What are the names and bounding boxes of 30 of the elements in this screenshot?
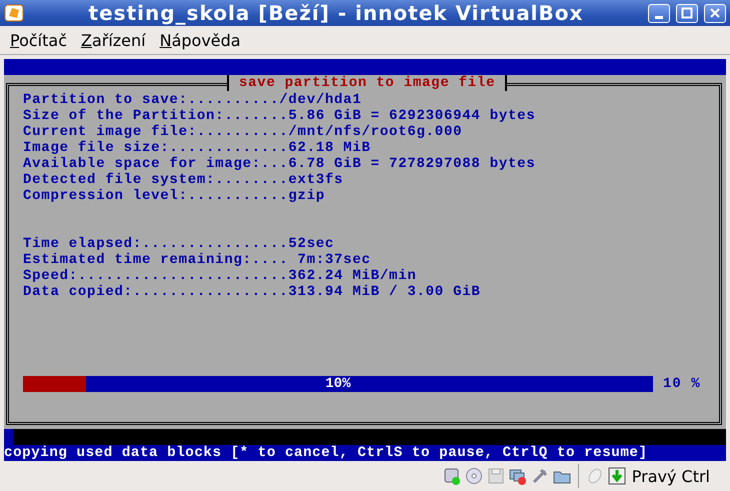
cd-icon[interactable] bbox=[464, 467, 483, 485]
dialog-title: save partition to image file bbox=[227, 74, 508, 91]
window-title: testing_skola [Beží] - innotek VirtualBox bbox=[88, 1, 584, 25]
info-line: Image file size:.............62.18 MiB bbox=[23, 140, 372, 156]
progress-label: 10% bbox=[324, 376, 352, 392]
info-line: Detected file system:........ext3fs bbox=[23, 172, 344, 188]
app-icon bbox=[4, 4, 24, 22]
host-key-label: Pravý Ctrl bbox=[632, 466, 710, 486]
maximize-button[interactable] bbox=[676, 4, 698, 22]
menu-item[interactable]: Nápověda bbox=[160, 30, 241, 50]
info-line: Partition to save:........../dev/hda1 bbox=[23, 92, 363, 108]
keyboard-capture-icon[interactable] bbox=[608, 467, 626, 485]
menu-item[interactable]: Počítač bbox=[10, 30, 67, 50]
progress-line: Data copied:.................313.94 MiB / 3.00 GiB bbox=[23, 284, 482, 300]
text-cursor bbox=[4, 429, 13, 445]
progress-line: Estimated time remaining:.... 7m:37sec bbox=[23, 252, 372, 268]
progress-line: Time elapsed:................52sec bbox=[23, 236, 336, 252]
network-icon[interactable] bbox=[508, 467, 527, 485]
progress-line: Speed:.......................362.24 MiB/min bbox=[23, 268, 418, 284]
info-line: Current image file:........../mnt/nfs/root6g.000 bbox=[23, 124, 464, 140]
close-button[interactable] bbox=[704, 4, 726, 22]
info-line: Compression level:...........gzip bbox=[23, 188, 326, 204]
progress-reading: 10 % bbox=[663, 376, 701, 392]
close-icon bbox=[709, 7, 721, 19]
info-line: Size of the Partition:.......5.86 GiB = 6292306944 bytes bbox=[23, 108, 536, 124]
info-line: Available space for image:...6.78 GiB = 7278297088 bytes bbox=[23, 156, 536, 172]
minimize-button[interactable] bbox=[648, 4, 670, 22]
minimize-icon bbox=[655, 16, 663, 18]
maximize-icon bbox=[681, 7, 693, 19]
menu-item[interactable]: Zařízení bbox=[80, 30, 146, 50]
